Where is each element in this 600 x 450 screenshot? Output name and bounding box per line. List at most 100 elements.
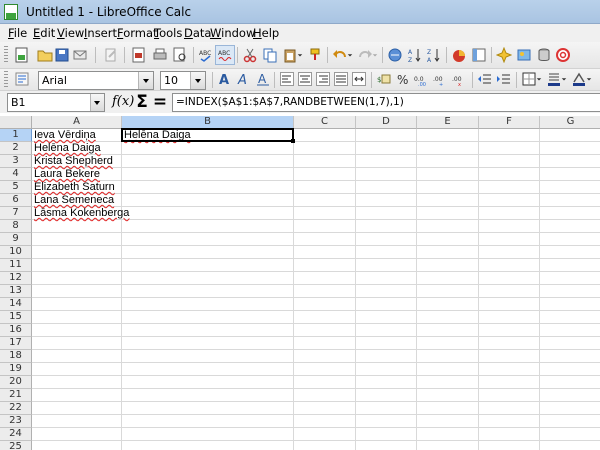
navigator-icon[interactable] [494, 45, 514, 65]
cell-a3[interactable]: Krista Shepherd [32, 155, 113, 168]
menu-file[interactable]: File [8, 26, 27, 40]
sort-ascending-icon[interactable]: AZ [405, 45, 425, 65]
chevron-down-icon[interactable] [535, 69, 543, 89]
font-name-input[interactable] [42, 74, 134, 87]
add-decimal-icon[interactable]: .00 + [431, 69, 451, 89]
number-format-icon[interactable]: 0.0.00 [412, 69, 432, 89]
decrease-indent-icon[interactable] [475, 69, 495, 89]
sort-descending-icon[interactable]: ZA [424, 45, 444, 65]
edit-file-icon[interactable] [101, 45, 121, 65]
select-all-corner[interactable] [0, 116, 32, 129]
sum-button[interactable]: Σ [134, 92, 150, 112]
menu-data[interactable]: Data [184, 26, 211, 40]
menu-format[interactable]: Format [117, 26, 158, 40]
row-header-12[interactable]: 12 [0, 272, 32, 285]
align-right-icon[interactable] [313, 69, 333, 89]
underline-icon[interactable]: A [253, 69, 273, 89]
justify-icon[interactable] [331, 69, 351, 89]
export-pdf-icon[interactable] [129, 45, 149, 65]
row-header-25[interactable]: 25 [0, 441, 32, 450]
copy-icon[interactable] [260, 45, 280, 65]
formula-field[interactable] [172, 93, 600, 112]
row-header-18[interactable]: 18 [0, 350, 32, 363]
menu-window[interactable]: Window [210, 26, 255, 40]
row-header-17[interactable]: 17 [0, 337, 32, 350]
row-header-14[interactable]: 14 [0, 298, 32, 311]
chevron-down-icon[interactable] [585, 69, 593, 89]
menu-edit[interactable]: Edit [33, 26, 55, 40]
data-sources-icon[interactable] [534, 45, 554, 65]
save-icon[interactable] [52, 45, 72, 65]
row-header-19[interactable]: 19 [0, 363, 32, 376]
row-header-3[interactable]: 3 [0, 155, 32, 168]
row-header-23[interactable]: 23 [0, 415, 32, 428]
cell-a2[interactable]: Helēna Daiga [32, 142, 101, 155]
clone-formatting-icon[interactable] [305, 45, 325, 65]
chevron-down-icon[interactable] [371, 45, 379, 65]
increase-indent-icon[interactable] [494, 69, 514, 89]
chevron-down-icon[interactable] [138, 72, 153, 89]
merge-icon[interactable] [349, 69, 369, 89]
cell-a1[interactable]: Ieva Vērdiņa [32, 129, 96, 142]
menu-insert[interactable]: Insert [84, 26, 117, 40]
row-header-13[interactable]: 13 [0, 285, 32, 298]
row-header-15[interactable]: 15 [0, 311, 32, 324]
chevron-down-icon[interactable] [190, 72, 205, 89]
font-size-select[interactable] [160, 71, 206, 90]
row-header-22[interactable]: 22 [0, 402, 32, 415]
delete-decimal-icon[interactable]: .00 x [450, 69, 470, 89]
menu-tools[interactable]: Tools [154, 26, 182, 40]
cut-icon[interactable] [240, 45, 260, 65]
column-header-c[interactable]: C [294, 116, 356, 129]
cell-a7[interactable]: Lāsma Kokenberga [32, 207, 129, 220]
align-left-icon[interactable] [277, 69, 297, 89]
column-header-g[interactable]: G [540, 116, 600, 129]
name-box[interactable] [7, 93, 105, 112]
hyperlink-icon[interactable] [385, 45, 405, 65]
autofill-handle[interactable] [291, 139, 295, 143]
new-document-icon[interactable] [12, 45, 32, 65]
menu-help[interactable]: Help [253, 26, 279, 40]
column-header-a[interactable]: A [32, 116, 122, 129]
email-icon[interactable] [70, 45, 90, 65]
cell-a4[interactable]: Laura Bekere [32, 168, 100, 181]
row-header-5[interactable]: 5 [0, 181, 32, 194]
row-header-6[interactable]: 6 [0, 194, 32, 207]
row-header-24[interactable]: 24 [0, 428, 32, 441]
toolbar-grip[interactable] [4, 71, 8, 89]
row-header-16[interactable]: 16 [0, 324, 32, 337]
italic-icon[interactable]: A [234, 69, 254, 89]
formula-input[interactable] [176, 96, 596, 108]
chevron-down-icon[interactable] [560, 69, 568, 89]
spreadsheet-grid[interactable]: ABCDEFG 1 2 3 4 5 6 7 8 9 10 11 12 13 14 15 16 17 18 19 20 2… [0, 116, 600, 450]
row-header-11[interactable]: 11 [0, 259, 32, 272]
help-icon[interactable] [553, 45, 573, 65]
currency-icon[interactable]: $ [374, 69, 394, 89]
name-box-input[interactable] [11, 96, 81, 109]
bold-icon[interactable]: A [215, 69, 235, 89]
pivot-icon[interactable] [469, 45, 489, 65]
menu-view[interactable]: View [57, 26, 84, 40]
gallery-icon[interactable] [514, 45, 534, 65]
row-header-9[interactable]: 9 [0, 233, 32, 246]
row-header-4[interactable]: 4 [0, 168, 32, 181]
cell-a5[interactable]: Elizabeth Saturn [32, 181, 115, 194]
cell-area[interactable]: Ieva Vērdiņa Helēna Daiga Krista Shepherd L… [32, 128, 600, 450]
row-header-21[interactable]: 21 [0, 389, 32, 402]
row-header-20[interactable]: 20 [0, 376, 32, 389]
function-wizard-button[interactable]: f(x) [112, 94, 134, 112]
column-header-e[interactable]: E [417, 116, 479, 129]
column-header-d[interactable]: D [356, 116, 417, 129]
row-header-10[interactable]: 10 [0, 246, 32, 259]
chevron-down-icon[interactable] [346, 45, 354, 65]
row-header-2[interactable]: 2 [0, 142, 32, 155]
chart-icon[interactable] [449, 45, 469, 65]
chevron-down-icon[interactable] [90, 94, 104, 111]
toolbar-grip[interactable] [4, 46, 8, 64]
styles-icon[interactable] [12, 69, 32, 89]
row-header-1[interactable]: 1 [0, 129, 32, 142]
function-button[interactable]: = [152, 92, 168, 112]
align-center-icon[interactable] [295, 69, 315, 89]
chevron-down-icon[interactable] [296, 45, 304, 65]
print-icon[interactable] [150, 45, 170, 65]
